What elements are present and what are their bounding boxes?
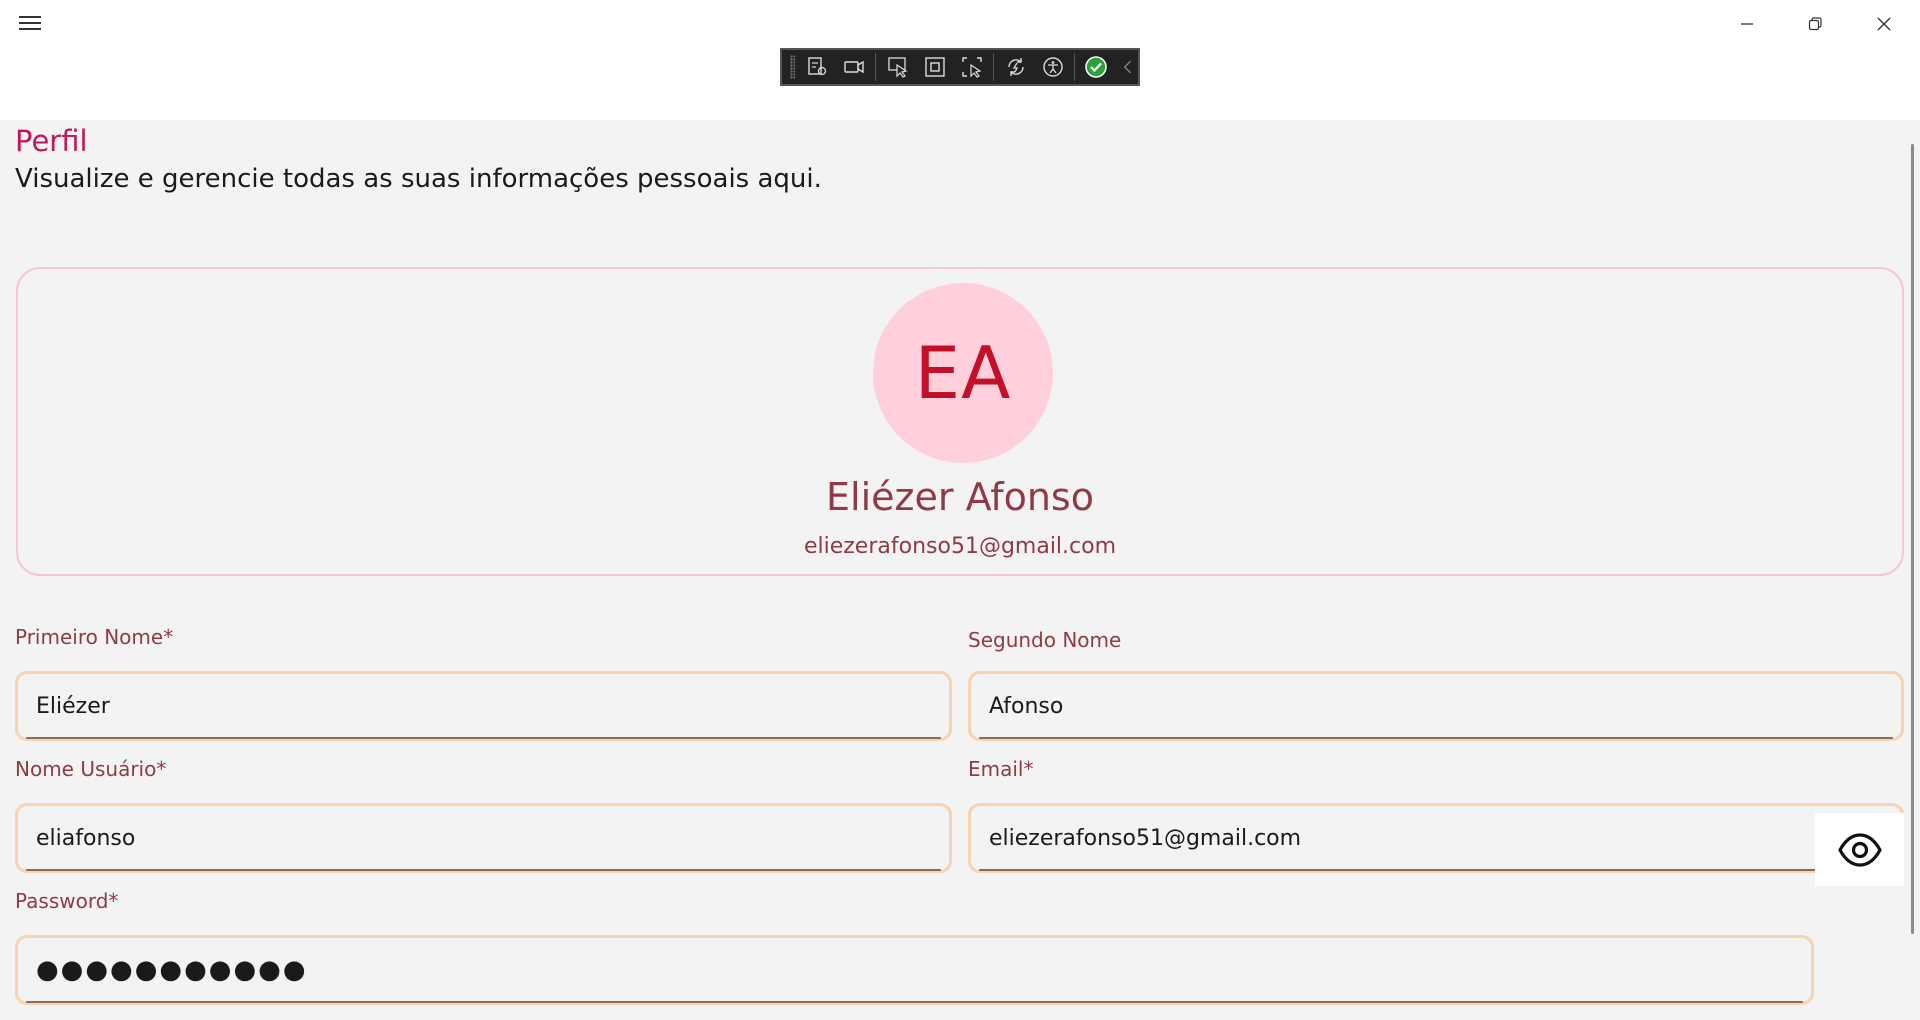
last-name-field[interactable]: Afonso xyxy=(968,671,1904,741)
binding-status-check-icon[interactable] xyxy=(1081,52,1112,82)
close-button[interactable] xyxy=(1861,8,1907,40)
profile-card: EA Eliézer Afonso eliezerafonso51@gmail.… xyxy=(16,267,1904,576)
toolbar-separator xyxy=(1074,53,1075,81)
restore-button[interactable] xyxy=(1792,8,1838,40)
first-name-field[interactable]: Eliézer xyxy=(15,671,952,741)
hot-reload-icon[interactable] xyxy=(1000,52,1031,82)
toolbar-separator xyxy=(875,53,877,81)
vertical-scrollbar[interactable] xyxy=(1911,144,1914,934)
password-field[interactable]: ●●●●●●●●●●● xyxy=(15,935,1814,1005)
avatar[interactable]: EA xyxy=(873,283,1053,463)
title-bar xyxy=(0,0,1920,120)
close-icon xyxy=(1877,17,1891,31)
email-value: eliezerafonso51@gmail.com xyxy=(989,825,1302,851)
select-element-icon[interactable] xyxy=(882,52,913,82)
first-name-value: Eliézer xyxy=(36,693,110,719)
page-title: Perfil xyxy=(15,124,88,158)
first-name-label: Primeiro Nome* xyxy=(15,625,174,649)
toolbar-grip[interactable] xyxy=(790,55,796,79)
xaml-dev-toolbar xyxy=(780,48,1140,86)
restore-icon xyxy=(1808,17,1822,31)
track-focus-icon[interactable] xyxy=(956,52,987,82)
collapse-chevron-icon[interactable] xyxy=(1118,52,1138,82)
page-subtitle: Visualize e gerencie todas as suas infor… xyxy=(15,164,822,194)
minimize-icon xyxy=(1741,23,1753,25)
username-label: Nome Usuário* xyxy=(15,757,167,781)
eye-icon xyxy=(1837,832,1882,867)
password-label: Password* xyxy=(15,889,119,913)
avatar-initials: EA xyxy=(914,331,1012,415)
username-field[interactable]: eliafonso xyxy=(15,803,952,873)
hamburger-menu-icon[interactable] xyxy=(16,12,44,36)
record-icon[interactable] xyxy=(838,52,869,82)
last-name-label: Segundo Nome xyxy=(968,628,1122,652)
email-field[interactable]: eliezerafonso51@gmail.com xyxy=(968,803,1904,873)
toolbar-separator xyxy=(993,53,995,81)
profile-name: Eliézer Afonso xyxy=(826,475,1094,519)
main-content: Perfil Visualize e gerencie todas as sua… xyxy=(0,120,1920,1020)
accessibility-icon[interactable] xyxy=(1037,52,1068,82)
profile-email: eliezerafonso51@gmail.com xyxy=(803,534,1117,559)
email-label: Email* xyxy=(968,757,1034,781)
last-name-value: Afonso xyxy=(989,693,1064,719)
show-password-button[interactable] xyxy=(1815,813,1904,886)
display-layout-adorners-icon[interactable] xyxy=(919,52,950,82)
password-value: ●●●●●●●●●●● xyxy=(36,955,308,985)
username-value: eliafonso xyxy=(36,825,136,851)
live-visual-tree-icon[interactable] xyxy=(801,52,832,82)
minimize-button[interactable] xyxy=(1724,8,1770,40)
